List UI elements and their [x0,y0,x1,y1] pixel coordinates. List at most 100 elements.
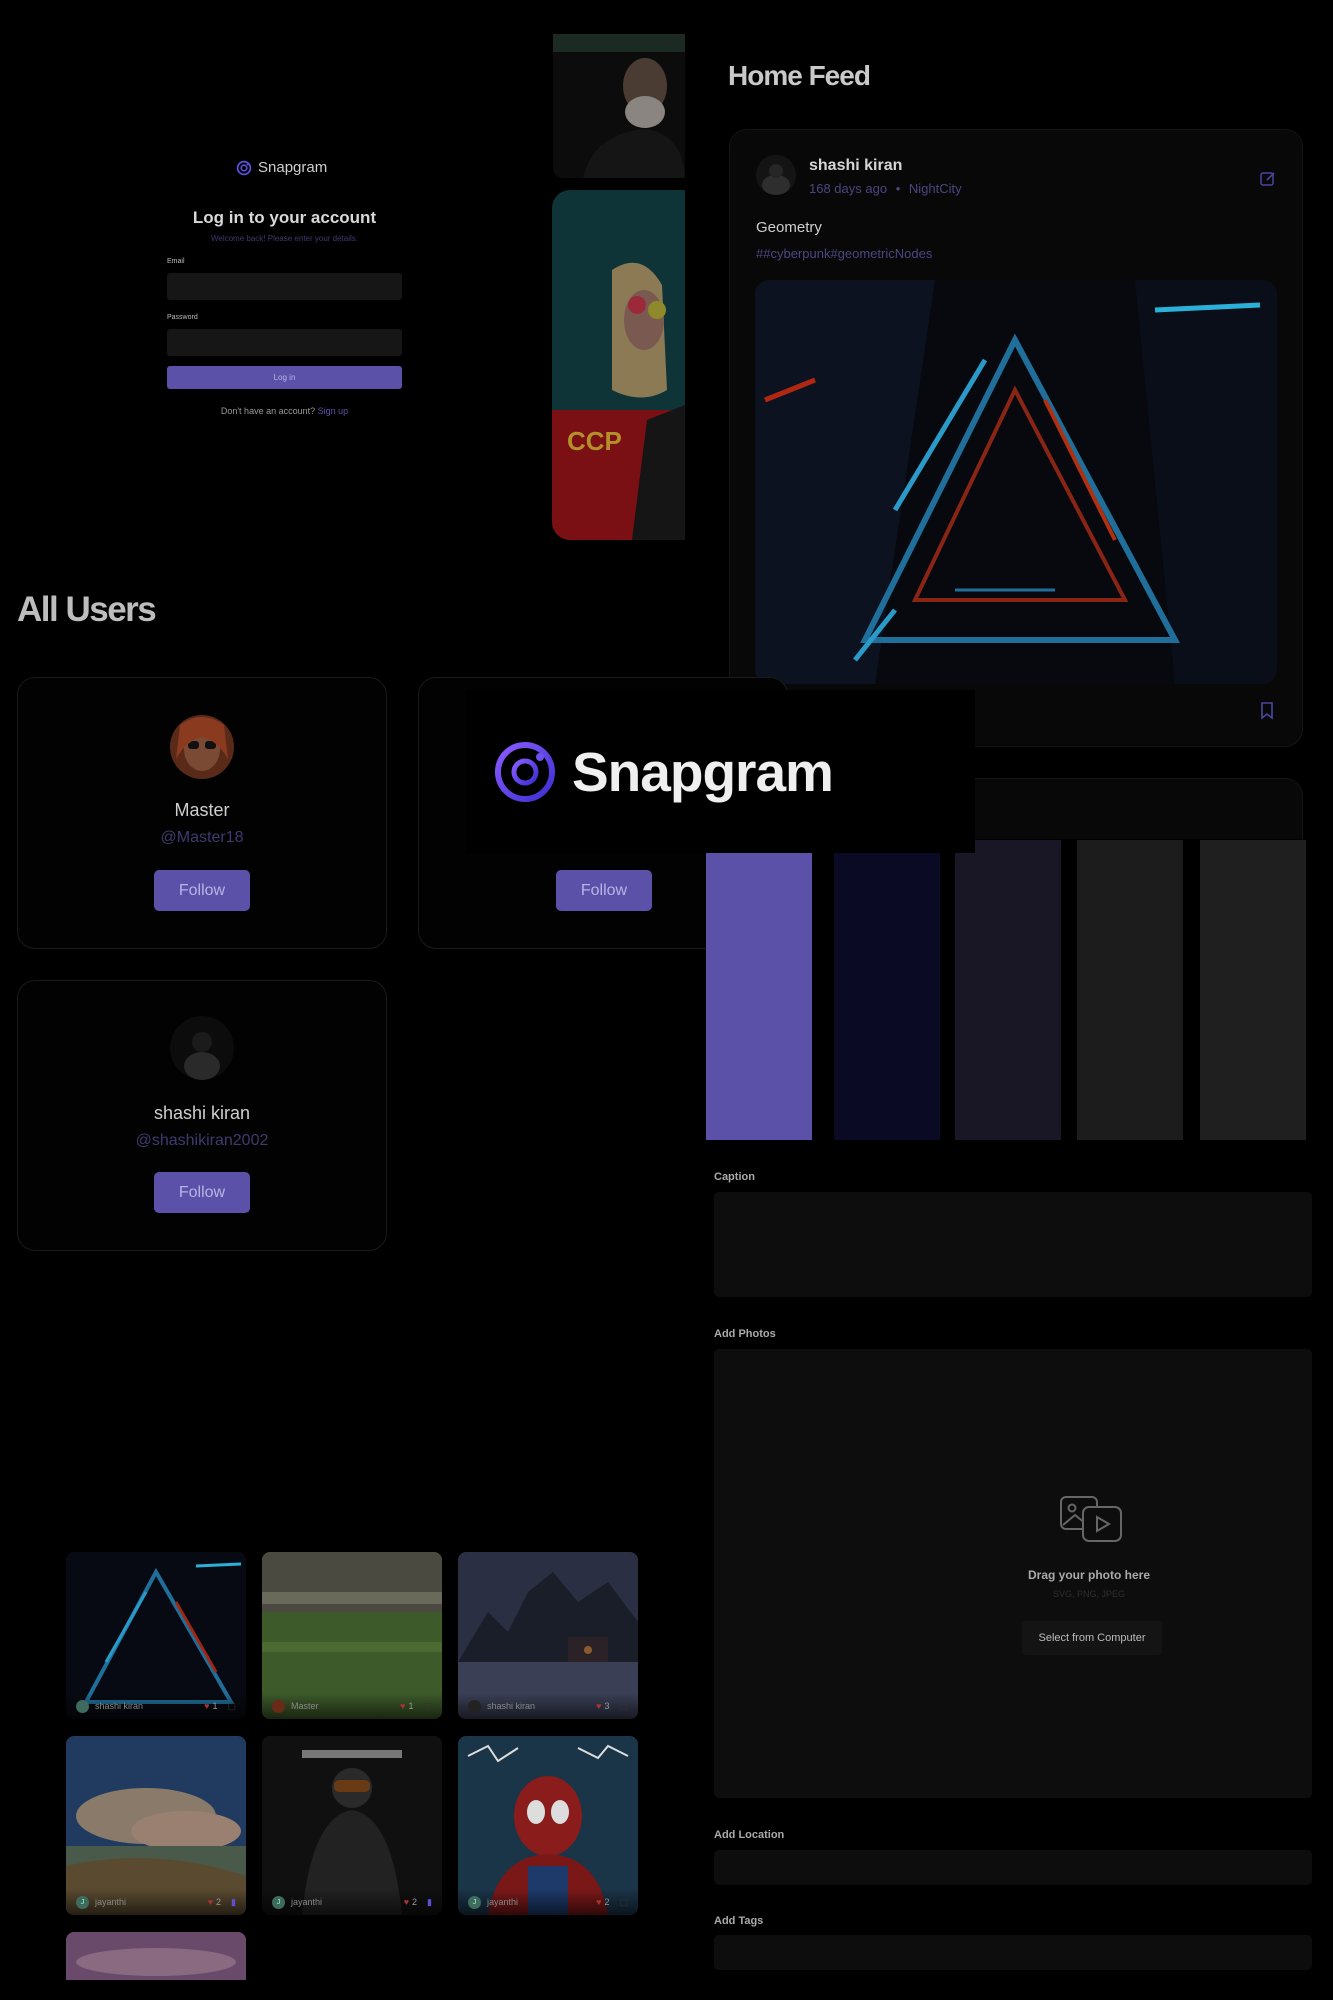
like-count: 1 [408,1701,414,1711]
follow-button[interactable]: Follow [556,870,652,911]
snapgram-logo-icon [495,741,555,802]
tile-footer: Master ♥ 1 ▢ [262,1693,442,1719]
home-feed-title: Home Feed [728,60,871,91]
tile-likes[interactable]: ♥ 2 [208,1897,221,1907]
heart-icon: ♥ [400,1701,406,1711]
tile-avatar[interactable]: J [272,1895,285,1909]
login-button[interactable]: Log in [167,366,402,389]
explore-tile[interactable]: J jayanthi ♥ 2 ▮ [262,1736,442,1915]
snapgram-logo-icon [236,160,252,175]
photo-dropzone[interactable]: Drag your photo here SVG, PNG, JPEG Sele… [714,1349,1312,1798]
login-photo-man [553,34,685,178]
tile-username[interactable]: jayanthi [95,1897,208,1907]
post-author-avatar[interactable] [756,155,796,195]
tile-username[interactable]: shashi kiran [487,1701,596,1711]
tile-avatar[interactable]: J [468,1895,481,1909]
edit-post-icon[interactable] [1259,170,1277,188]
post-caption: Geometry [756,219,822,236]
save-icon[interactable]: ▢ [227,1701,236,1712]
follow-button[interactable]: Follow [154,1172,250,1213]
explore-tile[interactable]: shashi kiran ♥ 1 ▢ [66,1552,246,1719]
add-location-label: Add Location [714,1829,785,1841]
save-icon[interactable]: ▢ [619,1701,628,1712]
location-input[interactable] [714,1850,1312,1885]
meta-separator: • [895,181,901,196]
login-photo-woman: CCP [552,190,685,540]
user-card[interactable]: shashi kiran @shashikiran2002 Follow [17,980,387,1251]
email-field[interactable] [167,273,402,300]
tile-avatar[interactable] [468,1699,481,1713]
save-icon[interactable]: ▢ [423,1701,432,1712]
tile-likes[interactable]: ♥ 1 [204,1701,217,1711]
all-users-title: All Users [17,590,157,629]
select-file-button[interactable]: Select from Computer [1022,1621,1162,1655]
user-avatar[interactable] [170,715,234,779]
follow-button[interactable]: Follow [154,870,250,911]
tile-avatar[interactable] [272,1699,285,1713]
post-card: shashi kiran 168 days ago • NightCity Ge… [729,129,1303,747]
tile-username[interactable]: Master [291,1701,400,1711]
tile-footer: shashi kiran ♥ 1 ▢ [66,1693,246,1719]
user-name: shashi kiran [153,1103,251,1123]
signup-link[interactable]: Sign up [318,406,349,416]
tile-image [66,1932,246,1980]
formats-text: SVG, PNG, JPEG [1052,1589,1126,1599]
tile-likes[interactable]: ♥ 3 [596,1701,609,1711]
tile-username[interactable]: jayanthi [291,1897,404,1907]
user-name: Master [174,800,230,820]
save-icon[interactable]: ▮ [427,1897,432,1908]
save-icon[interactable]: ▢ [619,1897,628,1908]
explore-tile[interactable]: Master ♥ 1 ▢ [262,1552,442,1719]
heart-icon: ♥ [207,1897,214,1907]
user-avatar[interactable] [170,1016,234,1080]
tile-footer: J jayanthi ♥ 2 ▮ [66,1889,246,1915]
tile-footer: shashi kiran ♥ 3 ▢ [458,1693,638,1719]
palette-swatch-1 [706,840,812,1140]
tile-likes[interactable]: ♥ 2 [596,1897,609,1907]
save-icon[interactable]: ▮ [231,1897,236,1908]
palette-swatch-5 [1200,840,1306,1140]
like-count: 1 [212,1701,218,1711]
tile-username[interactable]: shashi kiran [95,1701,204,1711]
login-title: Log in to your account [192,208,377,227]
save-post-icon[interactable] [1260,702,1274,720]
explore-tile[interactable]: J jayanthi ♥ 2 ▢ [458,1736,638,1915]
tile-footer: J jayanthi ♥ 2 ▢ [458,1889,638,1915]
upload-icon [1059,1493,1125,1545]
login-logo: Snapgram [236,159,327,176]
explore-tile[interactable]: J jayanthi ♥ 2 ▮ [66,1736,246,1915]
user-card[interactable]: Master @Master18 Follow [17,677,387,949]
tile-avatar[interactable]: J [76,1895,89,1909]
like-count: 2 [604,1897,610,1907]
signup-row: Don't have an account? Sign up [167,406,402,416]
palette-swatch-2 [834,840,940,1140]
tile-likes[interactable]: ♥ 2 [404,1897,417,1907]
tags-input[interactable] [714,1935,1312,1970]
tile-username[interactable]: jayanthi [487,1897,596,1907]
brand-overlay: Snapgram [466,690,975,853]
tile-avatar[interactable] [76,1699,89,1713]
post-location: NightCity [908,181,962,196]
heart-icon: ♥ [204,1701,210,1711]
tile-likes[interactable]: ♥ 1 [400,1701,413,1711]
heart-icon: ♥ [403,1897,410,1907]
caption-label: Caption [714,1171,755,1183]
signup-prompt: Don't have an account? [220,406,316,416]
explore-tile[interactable]: shashi kiran ♥ 3 ▢ [458,1552,638,1719]
password-label: Password [167,314,198,321]
drag-text: Drag your photo here [1027,1568,1150,1582]
man-photo-illustration [553,34,685,178]
post-author-name[interactable]: shashi kiran [809,157,902,175]
login-subtitle: Welcome back! Please enter your details. [210,234,359,243]
caption-input[interactable] [714,1192,1312,1297]
password-field[interactable] [167,329,402,356]
post-image[interactable] [755,280,1277,684]
post-tags[interactable]: ##cyberpunk#geometricNodes [756,246,932,261]
user-handle: @shashikiran2002 [135,1132,269,1149]
like-count: 2 [216,1897,222,1907]
palette-swatch-3 [955,840,1061,1140]
explore-tile[interactable] [66,1932,246,1980]
post-meta: 168 days ago • NightCity [809,181,962,196]
like-count: 3 [604,1701,610,1711]
add-photos-label: Add Photos [714,1328,776,1340]
